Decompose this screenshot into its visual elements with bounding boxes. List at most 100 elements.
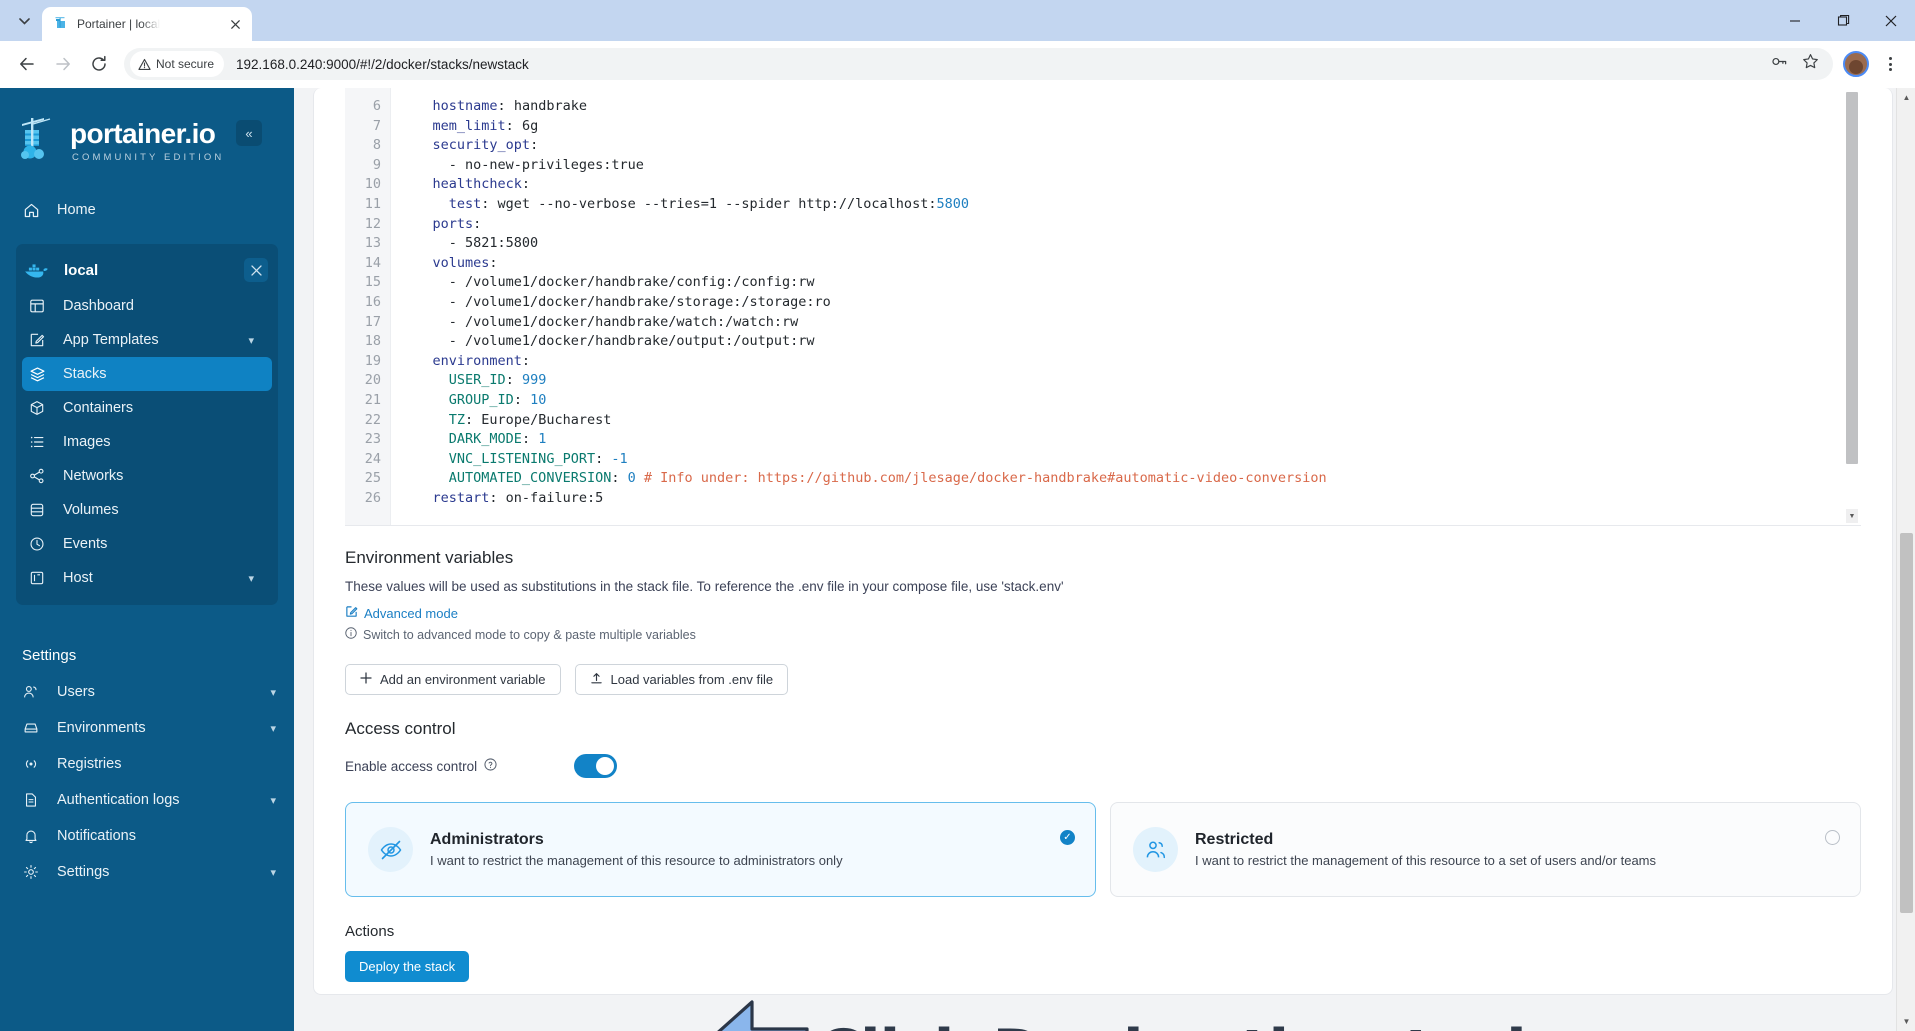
- editor-code-line[interactable]: - 5821:5800: [400, 234, 1861, 254]
- sidebar-item-dashboard[interactable]: Dashboard: [22, 289, 272, 323]
- add-environment-variable-button[interactable]: Add an environment variable: [345, 664, 561, 695]
- sidebar-item-containers[interactable]: Containers: [22, 391, 272, 425]
- editor-code-line[interactable]: volumes:: [400, 254, 1861, 274]
- sidebar-environment-close-icon[interactable]: [244, 258, 268, 282]
- sidebar-item-home[interactable]: Home: [0, 192, 294, 228]
- enable-access-control-toggle[interactable]: [574, 754, 617, 778]
- editor-line-number: 26: [364, 489, 381, 506]
- sidebar-nav-primary: Home: [0, 192, 294, 228]
- editor-code-line[interactable]: environment:: [400, 352, 1861, 372]
- advanced-mode-label: Advanced mode: [364, 605, 458, 621]
- sidebar-item-label: Settings: [57, 864, 110, 880]
- editor-line-number: 14: [364, 254, 381, 271]
- editor-code-line[interactable]: ports:: [400, 215, 1861, 235]
- editor-code-line[interactable]: - /volume1/docker/handbrake/config:/conf…: [400, 273, 1861, 293]
- editor-code-line[interactable]: - no-new-privileges:true: [400, 156, 1861, 176]
- sidebar-item-registries[interactable]: Registries: [0, 746, 294, 782]
- sidebar-item-stacks[interactable]: Stacks: [22, 357, 272, 391]
- deploy-the-stack-button[interactable]: Deploy the stack: [345, 951, 470, 982]
- sidebar-item-app-templates[interactable]: App Templates ▾: [22, 323, 272, 357]
- sidebar-item-notifications[interactable]: Notifications: [0, 818, 294, 854]
- tab-search-chevron-down-icon[interactable]: [10, 7, 38, 35]
- editor-code-line[interactable]: mem_limit: 6g: [400, 117, 1861, 137]
- page-scroll-down-arrow-icon[interactable]: ▼: [1897, 1012, 1915, 1031]
- chevron-down-icon[interactable]: ▾: [248, 572, 254, 585]
- radio-empty-icon[interactable]: [1825, 830, 1840, 845]
- editor-code-line[interactable]: USER_ID: 999: [400, 371, 1861, 391]
- sidebar-item-label: Home: [57, 202, 96, 218]
- bookmark-star-icon[interactable]: [1802, 53, 1819, 75]
- editor-scrollbar[interactable]: ▼: [1845, 90, 1859, 523]
- editor-code-line[interactable]: - /volume1/docker/handbrake/storage:/sto…: [400, 293, 1861, 313]
- browser-menu-kebab-icon[interactable]: [1875, 49, 1905, 79]
- reload-icon[interactable]: [82, 47, 116, 81]
- sidebar-item-users[interactable]: Users ▾: [0, 674, 294, 710]
- editor-code-line[interactable]: hostname: handbrake: [400, 97, 1861, 117]
- security-indicator[interactable]: Not secure: [130, 51, 225, 77]
- editor-code-line[interactable]: TZ: Europe/Bucharest: [400, 411, 1861, 431]
- chevron-down-icon[interactable]: ▾: [270, 722, 276, 735]
- editor-code-line[interactable]: - /volume1/docker/handbrake/watch:/watch…: [400, 313, 1861, 333]
- sidebar-item-label: App Templates: [63, 332, 159, 348]
- sidebar-item-events[interactable]: Events: [22, 527, 272, 561]
- editor-line-number: 15: [364, 274, 381, 291]
- editor-line-number: 9: [372, 156, 381, 173]
- tab-close-icon[interactable]: [227, 16, 244, 33]
- sidebar-item-images[interactable]: Images: [22, 425, 272, 459]
- sidebar-environment-header[interactable]: local: [16, 251, 278, 289]
- editor-code-line[interactable]: VNC_LISTENING_PORT: -1: [400, 450, 1861, 470]
- env-vars-buttons: Add an environment variable Load variabl…: [345, 664, 1861, 695]
- page-scrollbar-thumb[interactable]: [1900, 533, 1913, 913]
- password-key-icon[interactable]: [1771, 53, 1788, 75]
- window-maximize-icon[interactable]: [1819, 0, 1867, 41]
- editor-code-line[interactable]: restart: on-failure:5: [400, 489, 1861, 509]
- sidebar-item-volumes[interactable]: Volumes: [22, 493, 272, 527]
- sidebar-item-networks[interactable]: Networks: [22, 459, 272, 493]
- editor-code-line[interactable]: DARK_MODE: 1: [400, 430, 1861, 450]
- editor-line-numbers: 6 7 8 9 10 11 12 13 14 15 16 17 18 19 20 21 22 23 24 25 26: [345, 88, 391, 525]
- editor-code-line[interactable]: GROUP_ID: 10: [400, 391, 1861, 411]
- editor-code-line[interactable]: - /volume1/docker/handbrake/output:/outp…: [400, 332, 1861, 352]
- page-scrollbar[interactable]: ▲ ▼: [1896, 88, 1915, 1031]
- sidebar-item-settings[interactable]: Settings ▾: [0, 854, 294, 890]
- editor-scrollbar-thumb[interactable]: [1846, 92, 1858, 464]
- chevron-down-icon[interactable]: ▾: [270, 686, 276, 699]
- sidebar-item-label: Users: [57, 684, 95, 700]
- main-content: 6 7 8 9 10 11 12 13 14 15 16 17 18 19 20 21 22 23 24 25 26 h…: [294, 88, 1915, 1031]
- upload-icon: [590, 672, 603, 688]
- editor-code-area[interactable]: hostname: handbrake mem_limit: 6g securi…: [391, 88, 1861, 525]
- forward-arrow-right-icon[interactable]: [46, 47, 80, 81]
- sidebar-item-environments[interactable]: Environments ▾: [0, 710, 294, 746]
- check-circle-icon[interactable]: ✓: [1060, 830, 1075, 845]
- dashboard-icon: [28, 297, 46, 315]
- editor-code-line[interactable]: AUTOMATED_CONVERSION: 0 # Info under: ht…: [400, 469, 1861, 489]
- stacks-icon: [28, 365, 46, 383]
- back-arrow-left-icon[interactable]: [10, 47, 44, 81]
- access-option-administrators[interactable]: Administrators I want to restrict the ma…: [345, 802, 1096, 897]
- chevron-down-icon[interactable]: ▾: [270, 866, 276, 879]
- editor-code-line[interactable]: test: wget --no-verbose --tries=1 --spid…: [400, 195, 1861, 215]
- sidebar-collapse-chevron-double-left-icon[interactable]: «: [236, 120, 262, 146]
- editor-line-number: 20: [364, 372, 381, 389]
- address-bar[interactable]: Not secure 192.168.0.240:9000/#!/2/docke…: [124, 48, 1833, 80]
- question-circle-icon[interactable]: [484, 758, 497, 774]
- load-env-file-button[interactable]: Load variables from .env file: [574, 664, 789, 695]
- compose-code-editor[interactable]: 6 7 8 9 10 11 12 13 14 15 16 17 18 19 20 21 22 23 24 25 26 h…: [345, 88, 1861, 526]
- sidebar-item-authentication-logs[interactable]: Authentication logs ▾: [0, 782, 294, 818]
- profile-avatar[interactable]: [1843, 51, 1869, 77]
- advanced-mode-link[interactable]: Advanced mode: [345, 605, 1861, 621]
- chevron-down-icon[interactable]: ▾: [248, 334, 254, 347]
- chevron-down-icon[interactable]: ▾: [270, 794, 276, 807]
- annotation-overlay: Click Deploy the stack: [694, 998, 1546, 1031]
- window-close-icon[interactable]: [1867, 0, 1915, 41]
- editor-scroll-down-arrow-icon[interactable]: ▼: [1846, 509, 1858, 523]
- host-server-icon: [28, 569, 46, 587]
- access-option-restricted[interactable]: Restricted I want to restrict the manage…: [1110, 802, 1861, 897]
- editor-code-line[interactable]: security_opt:: [400, 136, 1861, 156]
- editor-line-number: 21: [364, 391, 381, 408]
- sidebar-item-host[interactable]: Host ▾: [22, 561, 272, 595]
- browser-tab[interactable]: Portainer | local: [42, 7, 252, 41]
- editor-code-line[interactable]: healthcheck:: [400, 175, 1861, 195]
- window-minimize-icon[interactable]: [1771, 0, 1819, 41]
- page-scroll-up-arrow-icon[interactable]: ▲: [1897, 88, 1915, 107]
